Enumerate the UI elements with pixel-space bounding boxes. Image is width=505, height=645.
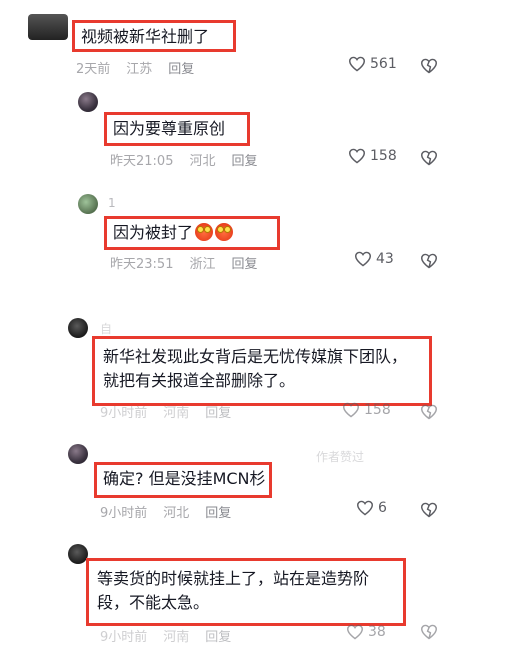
comment-meta: 昨天23:51 浙江 回复 (110, 253, 274, 272)
comment-time: 9小时前 (100, 506, 148, 521)
like-count: 6 (378, 500, 387, 516)
reply-button[interactable]: 回复 (205, 630, 231, 645)
comment-location: 河南 (163, 630, 190, 645)
comment-meta: 2天前 江苏 回复 (76, 58, 210, 77)
like-button[interactable]: 158 (348, 148, 397, 164)
like-count: 158 (370, 148, 397, 164)
reply-button[interactable]: 回复 (205, 406, 231, 421)
broken-heart-icon[interactable] (420, 150, 438, 166)
broken-heart-icon[interactable] (420, 502, 438, 518)
comment-time: 2天前 (76, 62, 111, 77)
like-count: 38 (368, 624, 386, 640)
avatar[interactable] (28, 14, 68, 40)
comment-time: 9小时前 (100, 406, 148, 421)
comment-text-content: 因为被封了 (113, 223, 194, 242)
like-button[interactable]: 561 (348, 56, 397, 72)
like-count: 561 (370, 56, 397, 72)
broken-heart-icon[interactable] (420, 404, 438, 420)
comment-location: 河南 (163, 406, 190, 421)
heart-outline-icon (354, 251, 372, 267)
comment-username[interactable]: 1 (108, 196, 116, 210)
comment-text: 视频被新华社删了 (72, 20, 236, 52)
like-count: 43 (376, 251, 394, 267)
broken-heart-icon[interactable] (420, 253, 438, 269)
comment-meta: 9小时前 河南 回复 (100, 626, 247, 645)
face-with-tongue-emoji-icon (215, 223, 234, 241)
comment-text: 等卖货的时候就挂上了，站在是造势阶段，不能太急。 (86, 558, 406, 626)
reply-button[interactable]: 回复 (231, 154, 257, 169)
reply-button[interactable]: 回复 (205, 506, 231, 521)
comment-location: 河北 (163, 506, 190, 521)
author-liked-tag: 作者赞过 (316, 450, 365, 464)
avatar[interactable] (78, 194, 98, 214)
heart-outline-icon (348, 56, 366, 72)
comment-text: 因为要尊重原创 (104, 112, 250, 146)
comment-meta: 9小时前 河北 回复 (100, 502, 247, 521)
face-with-tongue-emoji-icon (195, 223, 214, 241)
comment-time: 昨天21:05 (110, 154, 174, 169)
heart-outline-icon (346, 624, 364, 640)
like-count: 158 (364, 402, 391, 418)
heart-outline-icon (356, 500, 374, 516)
avatar[interactable] (68, 318, 88, 338)
comment-location: 浙江 (189, 257, 216, 272)
comment-location: 江苏 (126, 62, 153, 77)
reply-button[interactable]: 回复 (231, 257, 257, 272)
comment-meta: 9小时前 河南 回复 (100, 402, 247, 421)
reply-button[interactable]: 回复 (168, 62, 194, 77)
avatar[interactable] (68, 444, 88, 464)
comment-text: 确定? 但是没挂MCN杉 (94, 462, 272, 498)
comment-meta: 昨天21:05 河北 回复 (110, 150, 274, 169)
avatar[interactable] (78, 92, 98, 112)
heart-outline-icon (348, 148, 366, 164)
heart-outline-icon (342, 402, 360, 418)
comment-time: 昨天23:51 (110, 257, 174, 272)
avatar[interactable] (68, 544, 88, 564)
comment-text: 因为被封了 (104, 216, 280, 250)
like-button[interactable]: 158 (342, 402, 391, 418)
comment-location: 河北 (189, 154, 216, 169)
broken-heart-icon[interactable] (420, 624, 438, 640)
comment-username[interactable]: 自 (100, 320, 112, 337)
comment-text: 新华社发现此女背后是无忧传媒旗下团队，就把有关报道全部删除了。 (92, 336, 432, 406)
broken-heart-icon[interactable] (420, 58, 438, 74)
like-button[interactable]: 6 (356, 500, 387, 516)
like-button[interactable]: 38 (346, 624, 386, 640)
like-button[interactable]: 43 (354, 251, 394, 267)
comment-time: 9小时前 (100, 630, 148, 645)
